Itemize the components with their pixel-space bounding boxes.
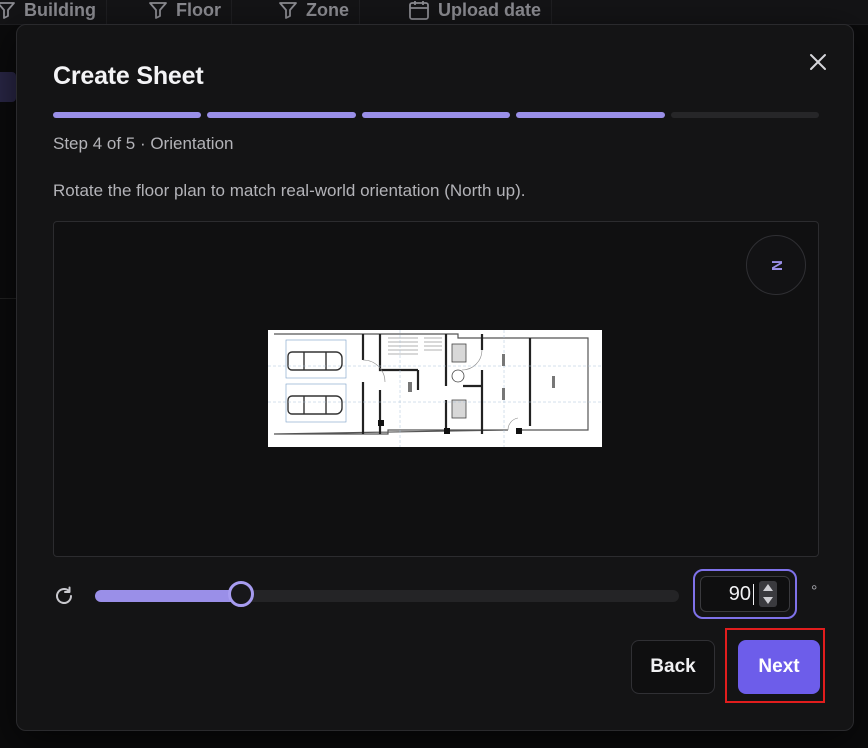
text-caret: [753, 584, 754, 605]
background-divider: [0, 298, 16, 299]
rotate-reset-icon: [56, 586, 72, 604]
rotation-degree-input[interactable]: 90: [700, 576, 790, 612]
north-compass: N: [746, 235, 806, 295]
increment-button[interactable]: [759, 582, 777, 594]
rotate-reset-button[interactable]: [53, 585, 75, 607]
close-button[interactable]: [807, 51, 829, 73]
filter-label: Building: [24, 0, 96, 20]
floor-plan-canvas[interactable]: N: [53, 221, 819, 557]
filter-zone[interactable]: Zone: [268, 0, 360, 26]
rotation-slider-thumb[interactable]: [228, 581, 254, 607]
caret-down-icon: [763, 597, 773, 604]
floor-plan-drawing: [268, 330, 602, 447]
filter-label: Upload date: [438, 0, 542, 20]
filter-floor[interactable]: Floor: [138, 0, 232, 26]
decrement-button[interactable]: [759, 595, 777, 607]
filter-icon: [279, 2, 297, 19]
compass-label: N: [767, 259, 785, 271]
rotation-input-focus-ring: 90: [693, 569, 797, 619]
background-chip: [0, 72, 16, 102]
step-progress: [53, 112, 820, 118]
close-icon: [810, 54, 826, 70]
filter-upload-date[interactable]: Upload date: [398, 0, 553, 26]
number-stepper: [759, 581, 777, 607]
progress-segment-1: [53, 112, 202, 118]
rotation-value: 90: [728, 583, 751, 605]
create-sheet-modal: Create Sheet Step 4 of 5 · Orientation R…: [16, 24, 854, 731]
filter-label: Floor: [176, 0, 221, 20]
progress-segment-4: [516, 112, 665, 118]
rotation-slider[interactable]: [95, 581, 679, 607]
next-button[interactable]: Next: [738, 640, 820, 694]
filter-bar: Building Floor Zone Upload date: [0, 0, 868, 26]
caret-up-icon: [763, 584, 773, 591]
progress-segment-5: [670, 112, 820, 118]
instruction-text: Rotate the floor plan to match real-worl…: [53, 181, 526, 200]
modal-title: Create Sheet: [53, 62, 204, 90]
filter-icon: [0, 2, 15, 19]
calendar-icon: [409, 1, 429, 20]
progress-segment-3: [361, 112, 511, 118]
back-button[interactable]: Back: [631, 640, 715, 694]
degree-unit: °: [811, 583, 818, 600]
progress-segment-2: [207, 112, 356, 118]
filter-building[interactable]: Building: [0, 0, 107, 26]
step-label: Step 4 of 5 · Orientation: [53, 134, 234, 153]
filter-icon: [149, 2, 167, 19]
floor-plan-image[interactable]: [268, 330, 602, 447]
filter-label: Zone: [306, 0, 349, 20]
rotation-slider-fill: [95, 590, 241, 602]
